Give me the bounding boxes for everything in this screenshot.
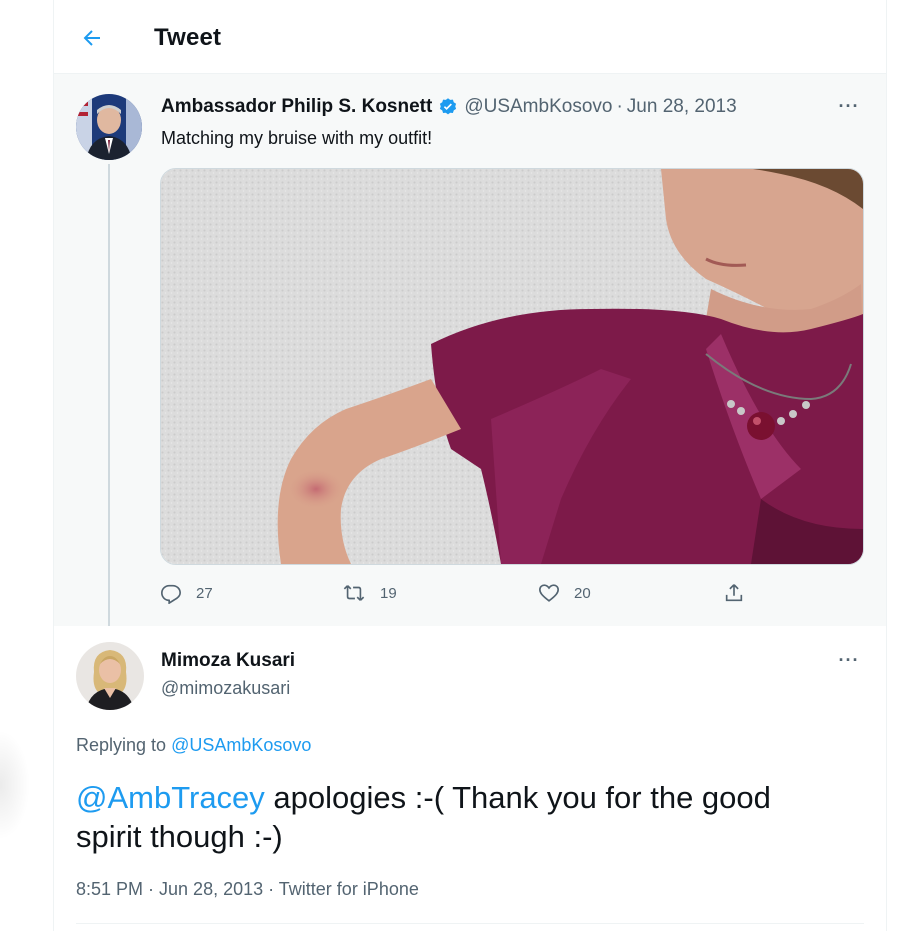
retweet-button[interactable]: 19 [342, 582, 397, 604]
divider [76, 923, 864, 924]
page-edge-shadow [0, 730, 30, 840]
like-count: 20 [574, 584, 591, 602]
reply-author-name[interactable]: Mimoza Kusari [161, 650, 295, 672]
author-name[interactable]: Ambassador Philip S. Kosnett [161, 96, 432, 118]
arrow-left-icon [83, 30, 100, 46]
verified-badge-icon [438, 97, 458, 117]
reply-icon [161, 584, 181, 604]
tweet-date[interactable]: Jun 28, 2013 [627, 96, 737, 118]
replying-prefix: Replying to [76, 735, 167, 755]
reply-author-avatar[interactable] [76, 642, 144, 710]
reply-text: @AmbTracey apologies :-( Thank you for t… [76, 778, 836, 856]
retweet-count: 19 [380, 584, 397, 602]
more-dots-icon: ··· [838, 649, 860, 670]
reply-author-handle[interactable]: @mimozakusari [161, 678, 290, 699]
author-avatar[interactable] [76, 94, 142, 160]
parent-tweet[interactable]: Ambassador Philip S. Kosnett @USAmbKosov… [54, 74, 886, 709]
separator-dot: · [616, 96, 623, 117]
reply-metadata: 8:51 PM · Jun 28, 2013 · Twitter for iPh… [76, 879, 419, 900]
retweet-icon [343, 585, 365, 601]
focused-reply-tweet: Mimoza Kusari @mimozakusari ··· Replying… [54, 626, 886, 931]
more-dots-icon: ··· [838, 95, 860, 116]
like-button[interactable]: 20 [538, 582, 591, 604]
tweet-text: Matching my bruise with my outfit! [161, 128, 433, 148]
replying-to-line: Replying to @USAmbKosovo [76, 735, 311, 756]
reply-timestamp[interactable]: 8:51 PM · Jun 28, 2013 · [76, 879, 279, 899]
page-title: Tweet [154, 24, 222, 51]
tweet-header: Ambassador Philip S. Kosnett @USAmbKosov… [161, 96, 737, 118]
author-handle[interactable]: @USAmbKosovo [464, 96, 612, 118]
heart-icon [539, 584, 559, 602]
reply-source-link[interactable]: Twitter for iPhone [279, 879, 419, 899]
share-icon [725, 584, 743, 602]
replying-to-link[interactable]: @USAmbKosovo [171, 735, 311, 755]
more-options-button[interactable]: ··· [834, 96, 864, 116]
reply-more-options-button[interactable]: ··· [834, 650, 864, 670]
reply-count: 27 [196, 584, 213, 602]
back-button[interactable] [74, 20, 110, 56]
share-button[interactable] [723, 582, 759, 604]
top-bar: Tweet [54, 0, 886, 74]
main-column: Tweet Ambassador Philip S. Kosnett @USAm… [53, 0, 887, 931]
reply-button[interactable]: 27 [160, 582, 213, 604]
mention-link[interactable]: @AmbTracey [76, 780, 265, 815]
tweet-photo[interactable] [160, 168, 864, 565]
tweet-actions: 27 19 20 [160, 582, 760, 612]
